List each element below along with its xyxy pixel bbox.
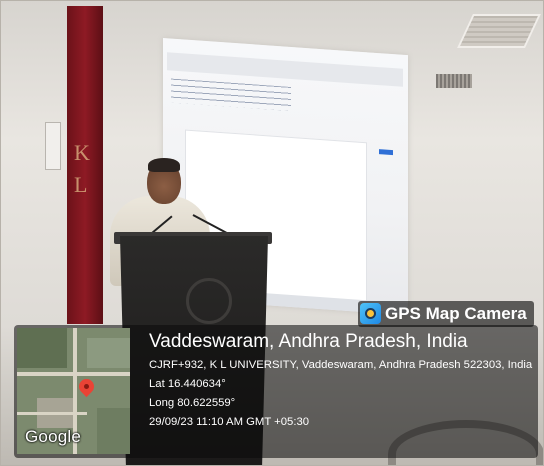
- banner-letter-k: K: [74, 140, 90, 165]
- projected-share-button: [379, 149, 393, 156]
- banner-letter-l: L: [74, 172, 88, 197]
- projected-text-lines: [171, 78, 291, 111]
- location-title: Vaddeswaram, Andhra Pradesh, India: [149, 331, 468, 352]
- google-logo: Google: [25, 427, 82, 446]
- address-text: CJRF+932, K L UNIVERSITY, Vaddeswaram, A…: [149, 359, 533, 371]
- map-road-minor: [17, 412, 87, 415]
- app-icon-lens: [365, 308, 376, 319]
- wall-switch-plate: [45, 122, 61, 170]
- longitude-text: Long 80.622559°: [149, 397, 236, 409]
- app-name-label: GPS Map Camera: [385, 304, 527, 323]
- datetime-text: 29/09/23 11:10 AM GMT +05:30: [149, 416, 310, 428]
- location-map-thumbnail: Google: [17, 328, 130, 454]
- map-field: [87, 338, 130, 368]
- map-tree-area-2: [97, 408, 130, 454]
- wall-vent: [436, 74, 472, 88]
- map-pin-center: [84, 384, 89, 389]
- speaker-hair: [148, 158, 180, 172]
- map-tree-area: [17, 328, 67, 368]
- latitude-text: Lat 16.440634°: [149, 378, 226, 390]
- podium-emblem: [186, 278, 232, 324]
